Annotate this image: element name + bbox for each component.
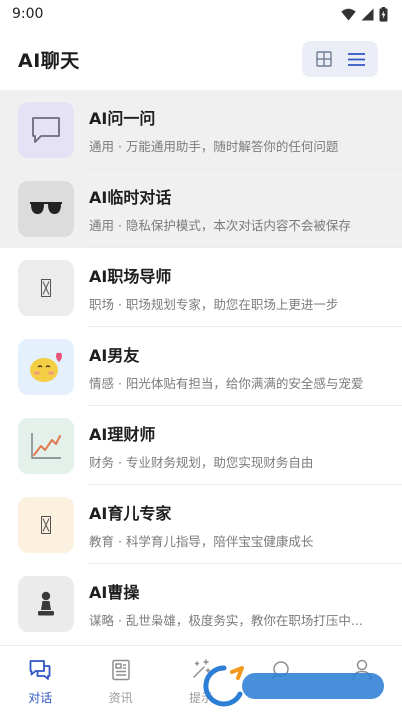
missing-glyph-icon — [18, 259, 74, 316]
status-icons — [341, 6, 388, 22]
grid-icon — [316, 51, 332, 67]
chat-item-subtitle: 谋略 · 乱世枭雄，极度务实，教你在职场打压中... — [89, 612, 363, 628]
chat-item-career-mentor[interactable]: AI职场导师 职场 · 职场规划专家，助您在职场上更进一步 — [0, 248, 402, 327]
chat-item-title: AI问一问 — [89, 108, 156, 128]
chat-list: AI问一问 通用 · 万能通用助手，随时解答你的任何问题 AI临时对话 通用 ·… — [0, 90, 402, 643]
chat-item-subtitle: 职场 · 职场规划专家，助您在职场上更进一步 — [89, 296, 339, 312]
list-view-button[interactable] — [341, 45, 371, 73]
chat-item-parenting-expert[interactable]: AI育儿专家 教育 · 科学育儿指导，陪伴宝宝健康成长 — [0, 485, 402, 564]
chat-item-subtitle: 通用 · 隐私保护模式，本次对话内容不会被保存 — [89, 217, 351, 233]
chat-item-title: AI曹操 — [89, 582, 140, 602]
chat-item-boyfriend[interactable]: AI男友 情感 · 阳光体贴有担当，给你满满的安全感与宠爱 — [0, 327, 402, 406]
chat-item-title: AI职场导师 — [89, 266, 172, 286]
list-icon — [347, 52, 365, 66]
chess-pawn-icon — [18, 575, 74, 632]
nav-label: 资讯 — [108, 691, 133, 705]
chat-item-subtitle: 通用 · 万能通用助手，随时解答你的任何问题 — [89, 138, 339, 154]
sunglasses-icon — [18, 180, 74, 237]
chat-item-title: AI育儿专家 — [89, 503, 172, 523]
chat-item-subtitle: 财务 · 专业财务规划，助您实现财务自由 — [89, 454, 314, 470]
chat-item-cao-cao[interactable]: AI曹操 谋略 · 乱世枭雄，极度务实，教你在职场打压中... — [0, 564, 402, 643]
nav-label: 对话 — [28, 691, 53, 705]
view-toggle — [302, 41, 378, 77]
status-time: 9:00 — [12, 6, 44, 22]
chat-item-subtitle: 情感 · 阳光体贴有担当，给你满满的安全感与宠爱 — [89, 375, 364, 391]
growth-chart-icon — [18, 417, 74, 474]
battery-icon — [379, 6, 388, 22]
chat-item-title: AI临时对话 — [89, 187, 172, 207]
status-bar: 9:00 — [0, 0, 402, 28]
chat-item-subtitle: 教育 · 科学育儿指导，陪伴宝宝健康成长 — [89, 533, 314, 549]
wifi-icon — [341, 8, 356, 20]
watermark-logo — [202, 664, 388, 708]
chat-bubble-icon — [18, 101, 74, 158]
grid-view-button[interactable] — [309, 45, 339, 73]
chat-item-financial-planner[interactable]: AI理财师 财务 · 专业财务规划，助您实现财务自由 — [0, 406, 402, 485]
chat-item-title: AI理财师 — [89, 424, 156, 444]
news-icon — [108, 657, 134, 683]
page-title: AI聊天 — [18, 49, 80, 72]
chat-item-ai-ask[interactable]: AI问一问 通用 · 万能通用助手，随时解答你的任何问题 — [0, 90, 402, 169]
chat-item-temp-chat[interactable]: AI临时对话 通用 · 隐私保护模式，本次对话内容不会被保存 — [0, 169, 402, 248]
app-header: AI聊天 — [0, 28, 402, 90]
blushing-face-icon — [18, 338, 74, 395]
signal-icon — [361, 8, 374, 20]
nav-tab-chat[interactable]: 对话 — [0, 646, 80, 715]
chat-icon — [27, 657, 53, 683]
chat-item-title: AI男友 — [89, 345, 140, 365]
missing-glyph-icon — [18, 496, 74, 553]
nav-tab-news[interactable]: 资讯 — [80, 646, 160, 715]
